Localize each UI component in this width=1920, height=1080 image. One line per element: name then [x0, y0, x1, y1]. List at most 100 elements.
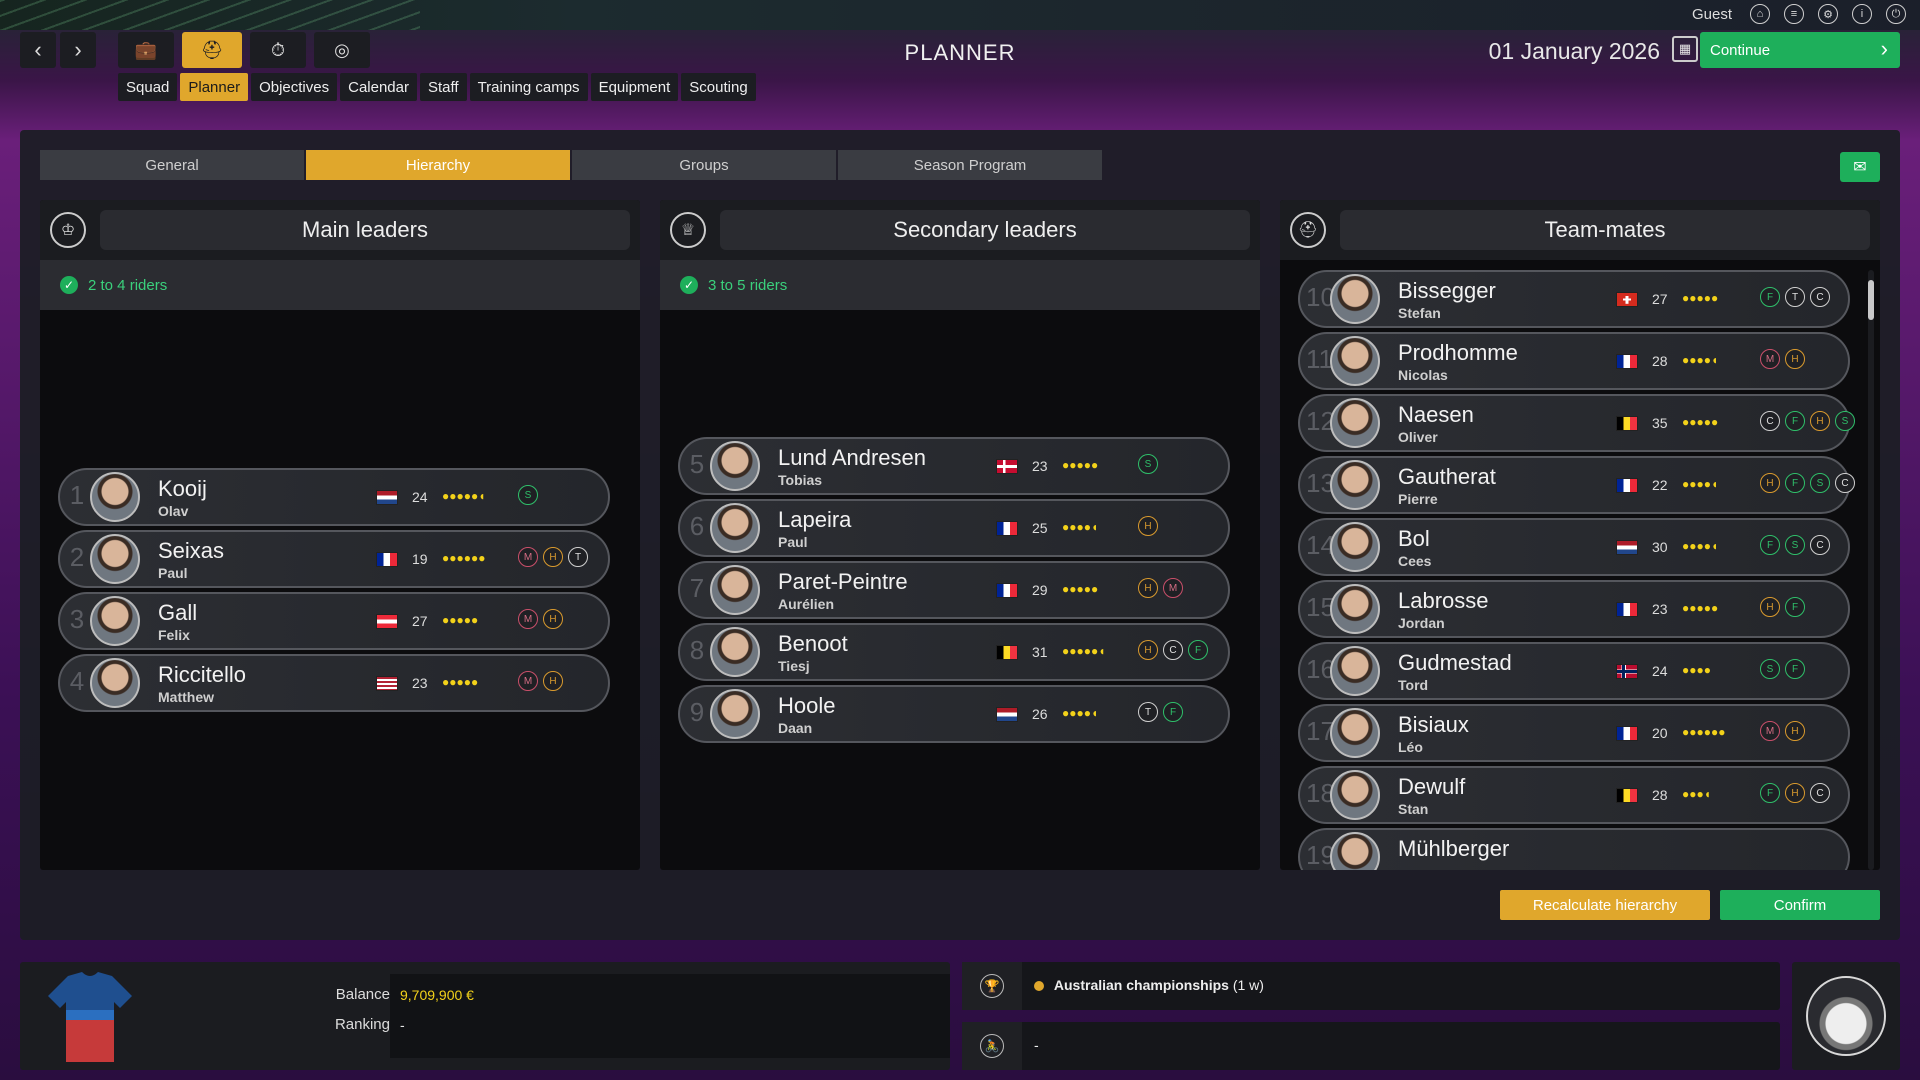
rider-row[interactable]: 19 Mühlberger — [1298, 828, 1850, 870]
rider-avatar — [1330, 336, 1380, 386]
specialty-icons: H — [1138, 516, 1158, 536]
rider-number: 4 — [69, 666, 85, 696]
nationality-flag — [1616, 726, 1638, 741]
team-jersey[interactable] — [40, 966, 140, 1066]
chat-icon[interactable]: ✉ — [1840, 152, 1880, 182]
current-date: 01 January 2026 — [1488, 38, 1660, 64]
subtab-calendar[interactable]: Calendar — [340, 73, 417, 101]
next-race-row[interactable]: 🏆 Australian championships (1 w) — [962, 962, 1780, 1010]
rider-first-name: Paul — [778, 534, 808, 550]
check-icon: ✓ — [680, 276, 698, 294]
rider-age: 28 — [1652, 353, 1668, 369]
subtab-staff[interactable]: Staff — [419, 73, 467, 101]
rider-age: 35 — [1652, 415, 1668, 431]
rider-avatar — [1330, 646, 1380, 696]
info-icon[interactable]: i — [1852, 4, 1872, 24]
subtab-objectives[interactable]: Objectives — [251, 73, 338, 101]
scroll-thumb[interactable] — [1868, 280, 1874, 320]
rider-last-name: Mühlberger — [1398, 836, 1510, 861]
rider-row[interactable]: 1 Kooij Olav 24 ●●●●●◖ S — [58, 468, 610, 526]
rider-row[interactable]: 16 Gudmestad Tord 24 ●●●● SF — [1298, 642, 1850, 700]
nationality-flag — [1616, 416, 1638, 431]
specialty-icons: MHT — [518, 547, 588, 567]
calendar-icon[interactable]: ▦ — [1672, 36, 1698, 62]
rider-number: 1 — [69, 480, 85, 510]
home-icon[interactable]: ⌂ — [1750, 4, 1770, 24]
rider-age: 25 — [1032, 520, 1048, 536]
nationality-flag — [1616, 664, 1638, 679]
rider-last-name: Gall — [158, 600, 198, 625]
tab-general[interactable]: General — [40, 150, 304, 180]
specialty-icon: H — [1785, 783, 1805, 803]
rider-row[interactable]: 5 Lund Andresen Tobias 23 ●●●●● S — [678, 437, 1230, 495]
specialty-icon: H — [1138, 640, 1158, 660]
rider-row[interactable]: 6 Lapeira Paul 25 ●●●●◖ H — [678, 499, 1230, 557]
rider-avatar — [1330, 584, 1380, 634]
tab-season-program[interactable]: Season Program — [838, 150, 1102, 180]
rider-row[interactable]: 9 Hoole Daan 26 ●●●●◖ TF — [678, 685, 1230, 743]
subtab-squad[interactable]: Squad — [118, 73, 178, 101]
continue-button[interactable]: Continue › — [1700, 32, 1900, 68]
tab-hierarchy[interactable]: Hierarchy — [306, 150, 570, 180]
rider-row[interactable]: 3 Gall Felix 27 ●●●●● MH — [58, 592, 610, 650]
subtab-equipment[interactable]: Equipment — [590, 73, 679, 101]
specialty-icons: FTC — [1760, 287, 1830, 307]
subtab-planner[interactable]: Planner — [180, 73, 249, 101]
ranking-label: Ranking — [334, 1016, 390, 1033]
subtab-training-camps[interactable]: Training camps — [469, 73, 588, 101]
nationality-flag — [996, 459, 1018, 474]
rider-row[interactable]: 15 Labrosse Jordan 23 ●●●●● HF — [1298, 580, 1850, 638]
power-icon[interactable]: ⏻ — [1886, 4, 1906, 24]
scrollbar[interactable] — [1868, 270, 1874, 870]
rider-last-name: Dewulf — [1398, 774, 1466, 799]
rider-avatar — [710, 441, 760, 491]
team-logo-panel[interactable] — [1792, 962, 1900, 1070]
rider-row[interactable]: 11 Prodhomme Nicolas 28 ●●●●◖ MH — [1298, 332, 1850, 390]
rider-requirement: ✓ 3 to 5 riders — [660, 260, 1260, 310]
rider-rating: ●●●●◖ — [1062, 520, 1099, 534]
specialty-icon: F — [1760, 535, 1780, 555]
rider-age: 19 — [412, 551, 428, 567]
rider-row[interactable]: 18 Dewulf Stan 28 ●●●◖ FHC — [1298, 766, 1850, 824]
rider-rating: ●●●◖ — [1682, 787, 1711, 801]
rider-row[interactable]: 14 Bol Cees 30 ●●●●◖ FSC — [1298, 518, 1850, 576]
specialty-icon: H — [1760, 473, 1780, 493]
rider-number: 7 — [689, 573, 705, 603]
rider-row[interactable]: 12 Naesen Oliver 35 ●●●●● CFHS — [1298, 394, 1855, 452]
subtab-scouting[interactable]: Scouting — [681, 73, 756, 101]
ranking-value: - — [400, 1017, 405, 1033]
rider-row[interactable]: 13 Gautherat Pierre 22 ●●●●◖ HFSC — [1298, 456, 1855, 514]
rider-row[interactable]: 10 Bissegger Stefan 27 ●●●●● FTC — [1298, 270, 1850, 328]
rider-row[interactable]: 7 Paret-Peintre Aurélien 29 ●●●●● HM — [678, 561, 1230, 619]
specialty-icons: HM — [1138, 578, 1183, 598]
settings-icon[interactable]: ⚙ — [1818, 4, 1838, 24]
specialty-icon: S — [1785, 535, 1805, 555]
next-event-row[interactable]: 🚴 - — [962, 1022, 1780, 1070]
rider-first-name: Jordan — [1398, 615, 1445, 631]
rider-row[interactable]: 8 Benoot Tiesj 31 ●●●●●◖ HCF — [678, 623, 1230, 681]
rider-first-name: Olav — [158, 503, 189, 519]
tab-groups[interactable]: Groups — [572, 150, 836, 180]
specialty-icon: H — [1760, 597, 1780, 617]
rider-number: 3 — [69, 604, 85, 634]
top-bar: Guest ⌂ ≡ ⚙ i ⏻ — [0, 0, 1920, 30]
rider-number: 14 — [1306, 530, 1335, 560]
rider-age: 20 — [1652, 725, 1668, 741]
rider-number: 10 — [1306, 282, 1335, 312]
sub-navigation: Squad Planner Objectives Calendar Staff … — [118, 73, 756, 101]
rider-avatar — [90, 534, 140, 584]
rider-rating: ●●●●◖ — [1682, 353, 1719, 367]
recalculate-hierarchy-button[interactable]: Recalculate hierarchy — [1500, 890, 1710, 920]
team-finance-panel: Balance Ranking 9,709,900 € - — [20, 962, 950, 1070]
leader-icon: ♕ — [670, 212, 706, 248]
rider-avatar — [1330, 398, 1380, 448]
confirm-button[interactable]: Confirm — [1720, 890, 1880, 920]
rider-row[interactable]: 2 Seixas Paul 19 ●●●●●● MHT — [58, 530, 610, 588]
rider-row[interactable]: 4 Riccitello Matthew 23 ●●●●● MH — [58, 654, 610, 712]
specialty-icon: S — [1760, 659, 1780, 679]
rider-row[interactable]: 17 Bisiaux Léo 20 ●●●●●● MH — [1298, 704, 1850, 762]
specialty-icon: T — [1785, 287, 1805, 307]
menu-icon[interactable]: ≡ — [1784, 4, 1804, 24]
check-icon: ✓ — [60, 276, 78, 294]
rider-rating: ●●●●● — [1682, 601, 1719, 615]
